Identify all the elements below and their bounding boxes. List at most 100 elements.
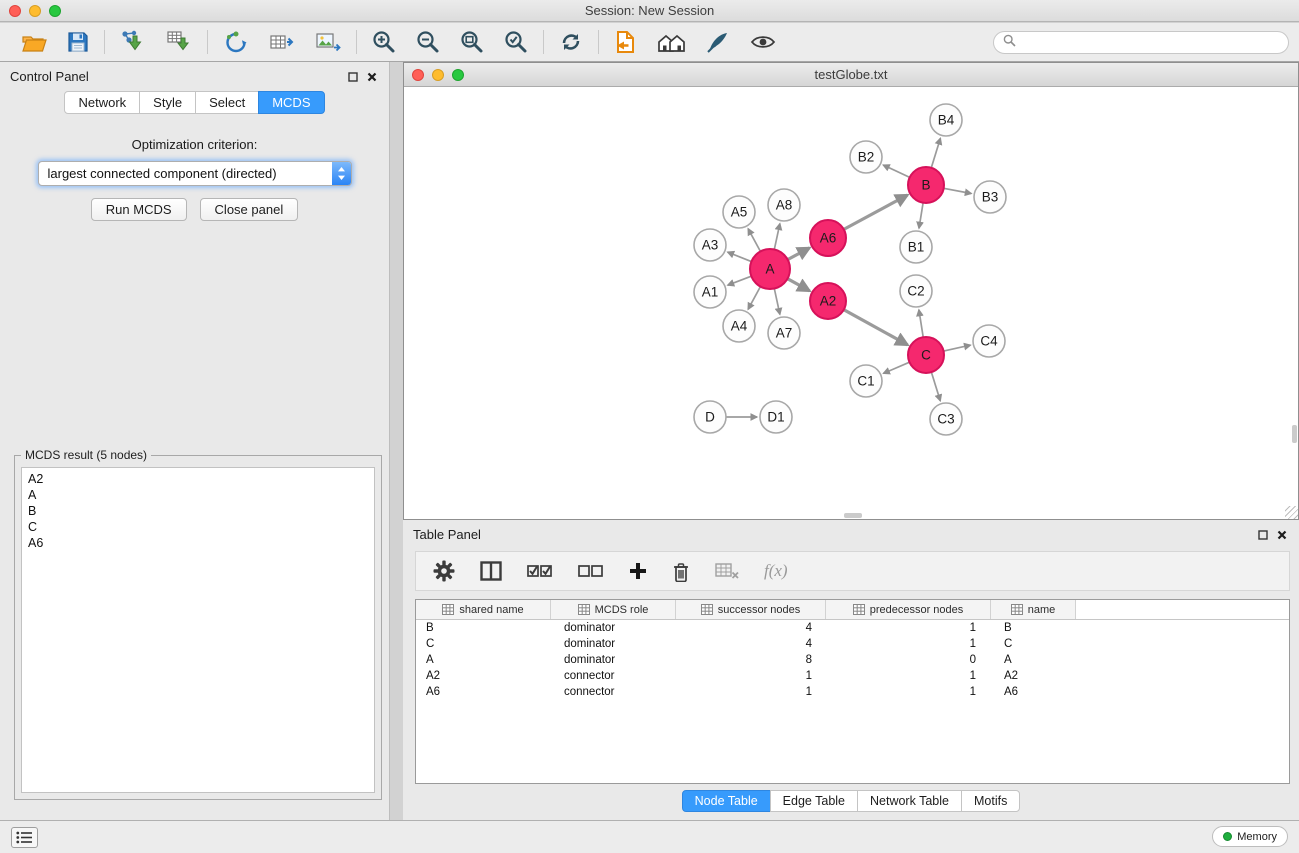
graph-node-C2[interactable]: C2 xyxy=(900,275,932,307)
table-cell[interactable]: B xyxy=(991,620,1076,636)
mcds-result-item[interactable]: B xyxy=(28,503,368,519)
table-cell[interactable]: 8 xyxy=(676,652,826,668)
table-settings-icon[interactable] xyxy=(433,560,455,582)
table-float-panel-icon[interactable] xyxy=(1258,530,1268,540)
column-header-shared-name[interactable]: shared name xyxy=(416,600,551,619)
export-table-icon[interactable] xyxy=(269,30,295,54)
table-cell[interactable]: B xyxy=(416,620,551,636)
graph-node-A[interactable]: A xyxy=(750,249,790,289)
graph-node-D1[interactable]: D1 xyxy=(760,401,792,433)
graph-node-C4[interactable]: C4 xyxy=(973,325,1005,357)
network-minimize-button[interactable] xyxy=(432,69,444,81)
window-titlebar[interactable]: Session: New Session xyxy=(0,0,1299,22)
tab-select[interactable]: Select xyxy=(195,91,259,114)
resize-grip[interactable] xyxy=(1285,506,1298,519)
table-cell[interactable]: connector xyxy=(551,668,676,684)
table-cell[interactable]: connector xyxy=(551,684,676,700)
vertical-scrollbar-thumb[interactable] xyxy=(1292,425,1297,443)
graph-edge-A2-C[interactable] xyxy=(844,310,908,345)
table-row[interactable]: A2connector11A2 xyxy=(416,668,1289,684)
table-cell[interactable]: A xyxy=(991,652,1076,668)
network-close-button[interactable] xyxy=(412,69,424,81)
graph-node-B2[interactable]: B2 xyxy=(850,141,882,173)
zoom-fit-icon[interactable] xyxy=(460,30,484,54)
export-network-icon[interactable] xyxy=(223,30,249,54)
column-header-successor-nodes[interactable]: successor nodes xyxy=(676,600,826,619)
close-panel-button[interactable]: Close panel xyxy=(200,198,299,221)
graph-edge-A-A1[interactable] xyxy=(728,276,752,285)
graph-edge-C-C4[interactable] xyxy=(944,345,971,351)
graph-node-B4[interactable]: B4 xyxy=(930,104,962,136)
graph-node-A1[interactable]: A1 xyxy=(694,276,726,308)
zoom-in-icon[interactable] xyxy=(372,30,396,54)
new-network-icon[interactable] xyxy=(614,30,636,54)
graph-edge-A-A4[interactable] xyxy=(748,287,760,310)
home-icon[interactable] xyxy=(656,31,686,53)
search-box[interactable] xyxy=(993,31,1289,54)
table-cell[interactable]: 1 xyxy=(826,620,991,636)
graph-node-B1[interactable]: B1 xyxy=(900,231,932,263)
graph-edge-B-B3[interactable] xyxy=(944,188,972,193)
delete-table-icon[interactable] xyxy=(715,562,739,580)
table-cell[interactable]: A6 xyxy=(416,684,551,700)
tab-mcds[interactable]: MCDS xyxy=(258,91,324,114)
table-cell[interactable]: 1 xyxy=(676,684,826,700)
network-canvas[interactable]: AA6A2BCA1A3A4A5A7A8B1B2B3B4C1C2C3C4DD1 xyxy=(404,87,1298,519)
apply-layout-icon[interactable] xyxy=(559,30,583,54)
network-window-titlebar[interactable]: testGlobe.txt xyxy=(404,63,1298,87)
table-row[interactable]: Adominator80A xyxy=(416,652,1289,668)
save-session-icon[interactable] xyxy=(67,31,89,53)
graph-node-A3[interactable]: A3 xyxy=(694,229,726,261)
table-cell[interactable]: A2 xyxy=(416,668,551,684)
mcds-result-item[interactable]: A6 xyxy=(28,535,368,551)
tab-network-table[interactable]: Network Table xyxy=(857,790,962,812)
mcds-result-item[interactable]: A xyxy=(28,487,368,503)
table-cell[interactable]: 1 xyxy=(826,636,991,652)
graph-edge-C-C3[interactable] xyxy=(931,372,940,401)
float-panel-icon[interactable] xyxy=(348,72,358,82)
horizontal-scrollbar-thumb[interactable] xyxy=(844,513,862,518)
table-cell[interactable]: C xyxy=(991,636,1076,652)
graph-node-D[interactable]: D xyxy=(694,401,726,433)
add-row-icon[interactable] xyxy=(629,562,647,580)
graph-node-C3[interactable]: C3 xyxy=(930,403,962,435)
close-panel-icon[interactable] xyxy=(367,72,377,82)
select-all-icon[interactable] xyxy=(527,563,553,579)
table-cell[interactable]: 4 xyxy=(676,620,826,636)
graph-node-A4[interactable]: A4 xyxy=(723,310,755,342)
network-graph[interactable]: AA6A2BCA1A3A4A5A7A8B1B2B3B4C1C2C3C4DD1 xyxy=(404,87,1298,519)
graph-node-B[interactable]: B xyxy=(908,167,944,203)
close-window-button[interactable] xyxy=(9,5,21,17)
graph-edge-A-A5[interactable] xyxy=(748,229,760,252)
open-session-icon[interactable] xyxy=(21,31,47,53)
graph-node-A2[interactable]: A2 xyxy=(810,283,846,319)
graph-edge-A-A7[interactable] xyxy=(774,289,780,315)
graph-edge-B-B1[interactable] xyxy=(919,203,923,228)
graph-node-A5[interactable]: A5 xyxy=(723,196,755,228)
run-mcds-button[interactable]: Run MCDS xyxy=(91,198,187,221)
graph-edge-A6-B[interactable] xyxy=(844,195,908,229)
table-cell[interactable]: A xyxy=(416,652,551,668)
table-row[interactable]: Bdominator41B xyxy=(416,620,1289,636)
zoom-out-icon[interactable] xyxy=(416,30,440,54)
optimization-dropdown[interactable]: largest connected component (directed) xyxy=(38,161,352,186)
graph-edge-B-B4[interactable] xyxy=(931,138,940,168)
column-header-name[interactable]: name xyxy=(991,600,1076,619)
graph-node-C[interactable]: C xyxy=(908,337,944,373)
table-cell[interactable]: 1 xyxy=(676,668,826,684)
tab-motifs[interactable]: Motifs xyxy=(961,790,1020,812)
import-table-icon[interactable] xyxy=(166,30,192,54)
table-close-panel-icon[interactable] xyxy=(1277,530,1287,540)
minimize-window-button[interactable] xyxy=(29,5,41,17)
mcds-result-item[interactable]: C xyxy=(28,519,368,535)
mcds-result-list[interactable]: A2ABCA6 xyxy=(21,467,375,793)
search-input[interactable] xyxy=(1021,36,1279,50)
table-cell[interactable]: dominator xyxy=(551,652,676,668)
table-cell[interactable]: dominator xyxy=(551,636,676,652)
graph-edge-C-C1[interactable] xyxy=(883,362,909,373)
table-cell[interactable]: 1 xyxy=(826,668,991,684)
deselect-all-icon[interactable] xyxy=(578,563,604,579)
tab-node-table[interactable]: Node Table xyxy=(682,790,771,812)
graph-edge-B-B2[interactable] xyxy=(883,165,910,177)
table-cell[interactable]: dominator xyxy=(551,620,676,636)
